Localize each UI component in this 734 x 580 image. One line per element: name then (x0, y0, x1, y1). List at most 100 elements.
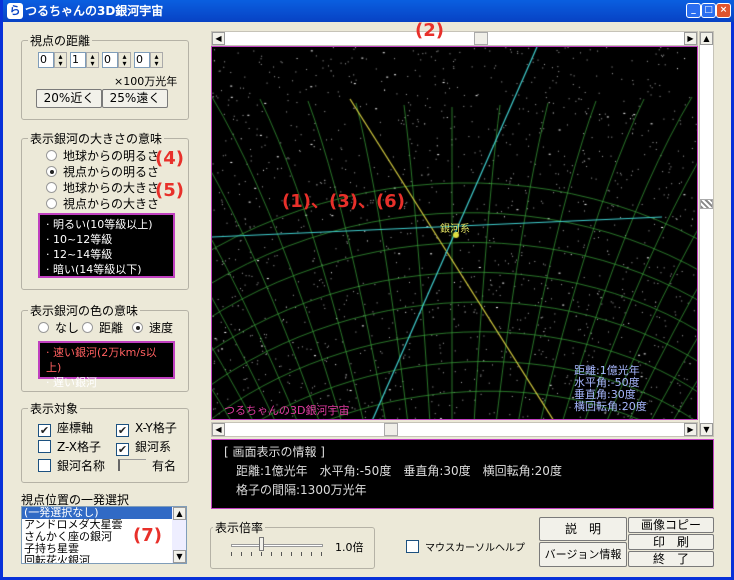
spin-updown-icon[interactable]: ▴ ▾ (118, 52, 131, 68)
radio-label: 視点からの大きさ (63, 197, 160, 211)
info-title: [ 画面表示の情報 ] (224, 445, 325, 459)
checkbox-icon[interactable] (38, 440, 51, 453)
zoom-ticks (231, 552, 323, 556)
print-button[interactable]: 印 刷 (628, 534, 714, 550)
radio-icon[interactable] (46, 166, 57, 177)
annotation-1-3-6: (1)、(3)、(6) (282, 191, 405, 212)
maximize-button[interactable]: □ (701, 3, 716, 18)
checkbox-icon[interactable]: ✔ (38, 424, 51, 437)
exit-button[interactable]: 終 了 (628, 551, 714, 567)
viewpoint-list[interactable]: (一発選択なし) アンドロメダ大星雲 さんかく座の銀河 子持ち星雲 回転花火銀河… (21, 506, 187, 564)
title-bar: ら つるちゃんの3D銀河宇宙 _ □ × (3, 0, 734, 22)
radio-label: なし (55, 321, 80, 335)
scroll-up-icon[interactable]: ▲ (700, 32, 713, 45)
digit-value[interactable]: 0 (102, 52, 118, 68)
name-level-slider[interactable] (118, 459, 146, 471)
view-app-label: つるちゃんの3D銀河宇宙 (224, 404, 350, 417)
radio-color-distance[interactable]: 距離 (82, 319, 123, 336)
checkbox-zx-grid[interactable]: Z-X格子 (38, 438, 101, 455)
scroll-down-icon[interactable]: ▼ (700, 423, 713, 436)
scroll-thumb[interactable] (384, 423, 398, 436)
digit-value[interactable]: 1 (70, 52, 86, 68)
scroll-up-icon[interactable]: ▲ (173, 507, 186, 520)
legend-item: · 12~14等級 (46, 248, 113, 261)
list-item[interactable]: 回転花火銀河 (22, 555, 186, 564)
color-meaning-label: 表示銀河の色の意味 (28, 302, 141, 319)
scroll-left-icon[interactable]: ◀ (212, 32, 225, 45)
universe-view[interactable]: 銀河系 つるちゃんの3D銀河宇宙 距離:1億光年 水平角:-50度 垂直角:30度横… (211, 46, 698, 420)
checkbox-icon[interactable]: ✔ (116, 443, 129, 456)
spin-updown-icon[interactable]: ▴ ▾ (86, 52, 99, 68)
checkbox-axes[interactable]: ✔ 座標軸 (38, 419, 93, 437)
scroll-right-icon[interactable]: ▶ (684, 423, 697, 436)
minimize-button[interactable]: _ (686, 3, 701, 18)
display-target-group: 表示対象 ✔ 座標軸 ✔ X-Y格子 Z-X格子 ✔ 銀河系 銀河名称 有名 (21, 400, 189, 483)
size-meaning-label: 表示銀河の大きさの意味 (28, 130, 165, 147)
scroll-down-icon[interactable]: ▼ (173, 550, 186, 563)
scroll-thumb[interactable] (474, 32, 488, 45)
radio-earth-size[interactable]: 地球からの大きさ (46, 179, 159, 196)
distance-digit-4[interactable]: 0 ▴ ▾ (134, 52, 164, 68)
radio-icon[interactable] (46, 198, 57, 209)
milky-way-label: 銀河系 (440, 224, 470, 235)
checkbox-label: Z-X格子 (57, 440, 101, 454)
radio-icon[interactable] (46, 182, 57, 193)
info-grid-spacing: 格子の間隔:1300万光年 (236, 483, 367, 497)
close-button[interactable]: × (716, 3, 731, 18)
app-icon: ら (7, 3, 23, 19)
explain-button[interactable]: 説 明 (539, 517, 627, 541)
radio-view-size[interactable]: 視点からの大きさ (46, 195, 159, 212)
farther-button[interactable]: 25%遠く (102, 89, 168, 108)
checkbox-label: X-Y格子 (135, 421, 177, 435)
radio-color-speed[interactable]: 速度 (132, 319, 173, 336)
brightness-legend: · 明るい(10等級以上) · 10~12等級 · 12~14等級 · 暗い(1… (38, 213, 175, 278)
window-title: つるちゃんの3D銀河宇宙 (25, 4, 164, 18)
annotation-2: (2) (415, 20, 444, 41)
checkbox-xy-grid[interactable]: ✔ X-Y格子 (116, 419, 177, 437)
vertical-angle-scrollbar[interactable]: ▲ ▼ (699, 31, 714, 437)
rotation-scrollbar[interactable]: ◀ ▶ (211, 422, 698, 437)
legend-item: · 10~12等級 (46, 233, 113, 246)
view-readout: 距離:1億光年 水平角:-50度 垂直角:30度 横回転角:20度 (574, 364, 647, 413)
info-panel: [ 画面表示の情報 ] 距離:1億光年 水平角:-50度 垂直角:30度 横回転… (211, 439, 714, 509)
legend-item: · 遅い銀河 (46, 376, 97, 389)
digit-value[interactable]: 0 (134, 52, 150, 68)
zoom-label: 表示倍率 (213, 519, 266, 536)
legend-item: · 明るい(10等級以上) (46, 218, 153, 231)
radio-color-none[interactable]: なし (38, 319, 79, 336)
scroll-thumb[interactable] (700, 199, 713, 209)
checkbox-icon[interactable]: ✔ (116, 424, 129, 437)
radio-view-brightness[interactable]: 視点からの明るさ (46, 163, 159, 180)
checkbox-label: 銀河系 (135, 440, 172, 454)
distance-digit-1[interactable]: 0 ▴ ▾ (38, 52, 68, 68)
mouse-help-checkbox[interactable]: マウスカーソルヘルプ (406, 539, 525, 554)
radio-icon[interactable] (46, 150, 57, 161)
horizontal-angle-scrollbar[interactable]: ◀ ▶ (211, 31, 698, 46)
annotation-7: (7) (133, 525, 162, 546)
speed-legend: · 速い銀河(2万km/s以上) · 遅い銀河 (38, 341, 175, 389)
spin-updown-icon[interactable]: ▴ ▾ (150, 52, 163, 68)
distance-digit-3[interactable]: 0 ▴ ▾ (102, 52, 132, 68)
radio-icon[interactable] (132, 322, 143, 333)
color-meaning-group: 表示銀河の色の意味 なし 距離 速度 · 速い銀河(2万km/s以上) · 遅い… (21, 302, 189, 392)
checkbox-milky-way[interactable]: ✔ 銀河系 (116, 438, 171, 456)
closer-button[interactable]: 20%近く (36, 89, 102, 108)
annotation-5: (5) (155, 180, 184, 201)
distance-group: 視点の距離 0 ▴ ▾ 1 ▴ ▾ 0 ▴ ▾ 0 ▴ ▾ ×100万光年 20%近く 25%遠… (21, 32, 189, 120)
digit-value[interactable]: 0 (38, 52, 54, 68)
zoom-slider-track[interactable] (231, 544, 323, 547)
radio-icon[interactable] (38, 322, 49, 333)
radio-earth-brightness[interactable]: 地球からの明るさ (46, 147, 159, 164)
scroll-left-icon[interactable]: ◀ (212, 423, 225, 436)
spin-updown-icon[interactable]: ▴ ▾ (54, 52, 67, 68)
radio-icon[interactable] (82, 322, 93, 333)
scroll-right-icon[interactable]: ▶ (684, 32, 697, 45)
checkbox-icon[interactable] (38, 459, 51, 472)
checkbox-icon[interactable] (406, 540, 419, 553)
copy-image-button[interactable]: 画像コピー (628, 517, 714, 533)
name-level-label: 有名 (152, 459, 177, 473)
version-button[interactable]: バージョン情報 (539, 542, 627, 567)
zoom-slider-thumb[interactable] (259, 537, 264, 551)
checkbox-galaxy-names[interactable]: 銀河名称 (38, 457, 105, 474)
distance-digit-2[interactable]: 1 ▴ ▾ (70, 52, 100, 68)
